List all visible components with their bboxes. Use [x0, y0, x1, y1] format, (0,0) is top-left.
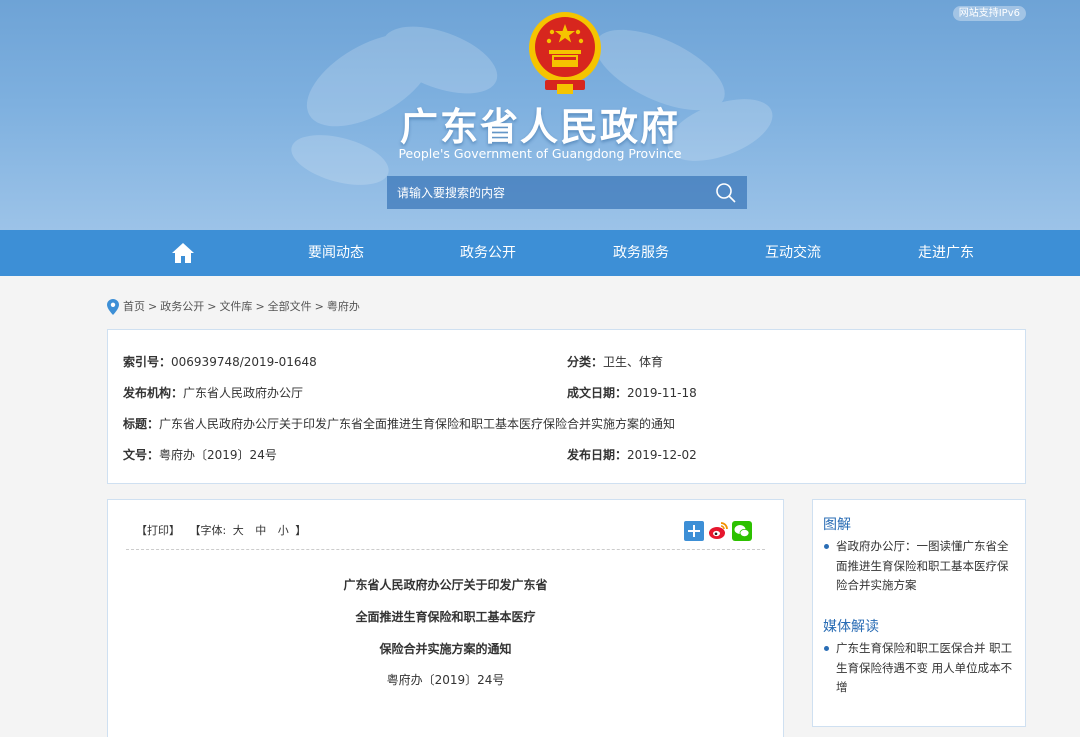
- issuer: 发布机构：广东省人民政府办公厅: [123, 384, 303, 401]
- breadcrumb-gov-affairs[interactable]: 政务公开: [160, 300, 204, 313]
- article-title-line-2: 全面推进生育保险和职工基本医疗: [355, 610, 536, 624]
- category-value: 卫生、体育: [603, 355, 664, 369]
- index-number-label: 索引号：: [123, 355, 172, 369]
- wechat-icon[interactable]: [732, 521, 752, 541]
- breadcrumb-all-files[interactable]: 全部文件: [268, 300, 312, 313]
- article-doc-number: 粤府办〔2019〕24号: [386, 673, 505, 687]
- index-number: 索引号：006939748/2019-01648: [123, 353, 317, 370]
- font-size-suffix: 】: [295, 524, 307, 537]
- font-size-prefix: 【字体:: [189, 524, 227, 537]
- article-title-line-3: 保险合并实施方案的通知: [379, 642, 512, 656]
- nav-item-gov-services[interactable]: 政务服务: [613, 230, 669, 276]
- sidebar-section-infographic-title: 图解: [823, 517, 851, 533]
- breadcrumb-file-library[interactable]: 文件库: [219, 300, 252, 313]
- doc-title: 标题：广东省人民政府办公厅关于印发广东省全面推进生育保险和职工基本医疗保险合并实…: [123, 415, 675, 432]
- search-input[interactable]: [387, 176, 707, 209]
- article-toolbar: 【打印】 【字体: 大 中 小 】: [136, 522, 306, 538]
- font-size-small-button[interactable]: 小: [278, 524, 289, 537]
- location-pin-icon: [107, 299, 119, 315]
- sidebar: 图解 省政府办公厅：一图读懂广东省全面推进生育保险和职工基本医疗保险合并实施方案…: [812, 499, 1026, 727]
- sidebar-media-link[interactable]: 广东生育保险和职工医保合并 职工生育保险待遇不变 用人单位成本不增: [823, 639, 1017, 698]
- main-nav: 要闻动态 政务公开 政务服务 互动交流 走进广东: [0, 230, 1080, 276]
- index-number-value: 006939748/2019-01648: [171, 355, 317, 369]
- font-size-medium-button[interactable]: 中: [255, 524, 266, 537]
- article-title-line-1: 广东省人民政府办公厅关于印发广东省: [343, 578, 548, 592]
- weibo-icon[interactable]: [708, 521, 728, 541]
- breadcrumb-current[interactable]: 粤府办: [327, 300, 360, 313]
- breadcrumb: 首页 > 政务公开 > 文件库 > 全部文件 > 粤府办: [107, 298, 360, 316]
- share-plus-icon[interactable]: [684, 521, 704, 541]
- nav-item-news[interactable]: 要闻动态: [308, 230, 364, 276]
- site-title: 广东省人民政府: [399, 105, 680, 149]
- issuer-label: 发布机构：: [123, 386, 184, 400]
- issuer-value: 广东省人民政府办公厅: [183, 386, 304, 400]
- doc-title-label: 标题：: [123, 417, 160, 431]
- nav-item-interaction[interactable]: 互动交流: [765, 230, 821, 276]
- sidebar-section-media-title: 媒体解读: [823, 619, 879, 635]
- nav-item-gov-affairs-open[interactable]: 政务公开: [460, 230, 516, 276]
- breadcrumb-separator: >: [314, 300, 324, 313]
- article-card: 【打印】 【字体: 大 中 小 】 广东省人民政府办公厅关于印发广东省 全面推进…: [107, 499, 784, 737]
- site-subtitle: People's Government of Guangdong Provinc…: [398, 146, 682, 161]
- doc-title-value: 广东省人民政府办公厅关于印发广东省全面推进生育保险和职工基本医疗保险合并实施方案…: [159, 417, 676, 431]
- header-banner: 网站支持IPv6 广东省人民政府 People's Government of …: [0, 0, 1080, 230]
- created-date-label: 成文日期：: [567, 386, 628, 400]
- sidebar-infographic-link[interactable]: 省政府办公厅：一图读懂广东省全面推进生育保险和职工基本医疗保险合并实施方案: [823, 537, 1017, 596]
- published-date: 发布日期：2019-12-02: [567, 446, 697, 463]
- search-icon[interactable]: [713, 181, 739, 205]
- document-info-box: 索引号：006939748/2019-01648 分类：卫生、体育 发布机构：广…: [107, 329, 1026, 484]
- breadcrumb-home[interactable]: 首页: [123, 300, 145, 313]
- font-size-large-button[interactable]: 大: [233, 524, 244, 537]
- share-buttons: [684, 521, 754, 541]
- breadcrumb-separator: >: [207, 300, 217, 313]
- print-button[interactable]: 【打印】: [136, 524, 180, 537]
- search-bar: [387, 176, 747, 209]
- ipv6-badge: 网站支持IPv6: [952, 6, 1026, 21]
- created-date-value: 2019-11-18: [627, 386, 697, 400]
- category-label: 分类：: [567, 355, 604, 369]
- doc-number-label: 文号：: [123, 448, 160, 462]
- breadcrumb-separator: >: [255, 300, 265, 313]
- published-date-value: 2019-12-02: [627, 448, 697, 462]
- published-date-label: 发布日期：: [567, 448, 628, 462]
- nav-item-about-guangdong[interactable]: 走进广东: [918, 230, 974, 276]
- national-emblem-icon: [529, 12, 601, 94]
- home-icon[interactable]: [171, 242, 195, 264]
- category: 分类：卫生、体育: [567, 353, 663, 370]
- created-date: 成文日期：2019-11-18: [567, 384, 697, 401]
- breadcrumb-separator: >: [148, 300, 158, 313]
- doc-number: 文号：粤府办〔2019〕24号: [123, 446, 277, 463]
- doc-number-value: 粤府办〔2019〕24号: [159, 448, 277, 462]
- toolbar-divider: [126, 549, 765, 550]
